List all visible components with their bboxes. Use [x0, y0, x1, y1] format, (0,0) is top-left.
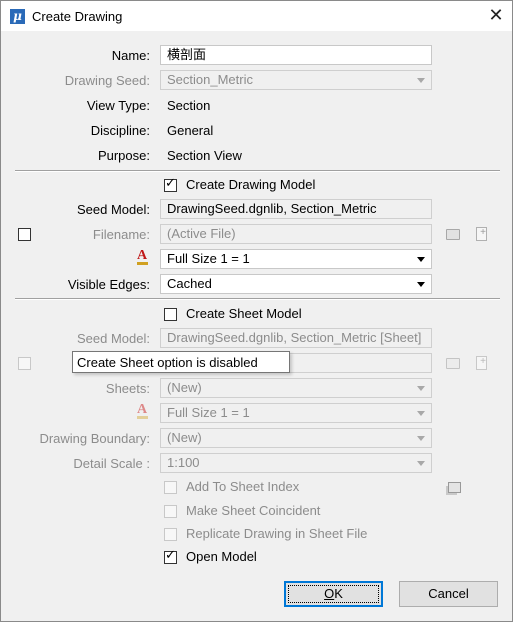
- make-sheet-coincident-checkbox[interactable]: [164, 505, 177, 518]
- new-file-icon[interactable]: +: [476, 356, 487, 370]
- visible-edges-select[interactable]: Cached: [160, 274, 432, 294]
- close-icon[interactable]: ✕: [481, 3, 511, 29]
- filename-label: Filename:: [92, 227, 150, 242]
- create-sheet-model-checkbox[interactable]: [164, 308, 177, 321]
- create-drawing-dialog: μ Create Drawing ✕ Name: 横剖面 Drawing See…: [0, 0, 513, 622]
- chevron-down-icon: [417, 386, 425, 391]
- drawing-seed-label: Drawing Seed:: [64, 73, 150, 88]
- name-label: Name:: [111, 48, 150, 63]
- drawing-boundary-label: Drawing Boundary:: [39, 431, 150, 446]
- filename-checkbox[interactable]: [18, 228, 31, 241]
- microstation-app-icon: μ: [10, 9, 25, 24]
- replicate-drawing-label: Replicate Drawing in Sheet File: [186, 526, 368, 541]
- create-drawing-model-checkbox[interactable]: ✓: [164, 176, 177, 192]
- chevron-down-icon: [417, 282, 425, 287]
- open-model-checkbox[interactable]: ✓: [164, 548, 177, 564]
- separator: [15, 170, 500, 172]
- replicate-drawing-checkbox[interactable]: [164, 528, 177, 541]
- purpose-value: Section View: [167, 148, 242, 163]
- disabled-tooltip: Create Sheet option is disabled: [72, 351, 290, 373]
- detail-scale-label: Detail Scale :: [73, 456, 150, 471]
- create-drawing-model-label: Create Drawing Model: [186, 177, 316, 192]
- open-model-label: Open Model: [186, 549, 257, 564]
- seed-model-label: Seed Model:: [77, 202, 150, 217]
- view-type-label: View Type:: [86, 98, 150, 113]
- sheets-label: Sheets:: [105, 381, 150, 396]
- sheets-select[interactable]: (New): [160, 378, 432, 398]
- discipline-label: Discipline:: [90, 123, 150, 138]
- sheet-seed-model-label: Seed Model:: [77, 331, 150, 346]
- dialog-title: Create Drawing: [32, 9, 123, 24]
- create-sheet-model-label: Create Sheet Model: [186, 306, 302, 321]
- separator: [15, 298, 500, 300]
- annotation-scale-select[interactable]: Full Size 1 = 1: [160, 249, 432, 269]
- name-input[interactable]: 横剖面: [160, 45, 432, 65]
- chevron-down-icon: [417, 411, 425, 416]
- filename-field[interactable]: (Active File): [160, 224, 432, 244]
- seed-model-field[interactable]: DrawingSeed.dgnlib, Section_Metric: [160, 199, 432, 219]
- view-type-value: Section: [167, 98, 211, 113]
- checkmark-icon: ✓: [165, 548, 176, 563]
- drawing-seed-select[interactable]: Section_Metric: [160, 70, 432, 90]
- folder-icon[interactable]: [446, 229, 460, 240]
- add-to-sheet-index-checkbox[interactable]: [164, 481, 177, 494]
- new-file-icon[interactable]: +: [476, 227, 487, 241]
- annotation-scale-icon: A: [137, 248, 148, 265]
- ok-button[interactable]: OK: [284, 581, 383, 607]
- chevron-down-icon: [417, 436, 425, 441]
- visible-edges-label: Visible Edges:: [67, 277, 150, 292]
- title-bar: μ Create Drawing ✕: [1, 1, 512, 31]
- add-to-sheet-index-label: Add To Sheet Index: [186, 479, 300, 494]
- checkmark-icon: ✓: [165, 176, 176, 191]
- purpose-label: Purpose:: [97, 148, 150, 163]
- sheet-index-icon[interactable]: [448, 482, 461, 493]
- discipline-value: General: [167, 123, 214, 138]
- drawing-boundary-select[interactable]: (New): [160, 428, 432, 448]
- chevron-down-icon: [417, 78, 425, 83]
- chevron-down-icon: [417, 461, 425, 466]
- sheet-annotation-scale-select[interactable]: Full Size 1 = 1: [160, 403, 432, 423]
- folder-icon[interactable]: [446, 358, 460, 369]
- annotation-scale-icon: A: [137, 402, 148, 419]
- sheet-seed-model-field[interactable]: DrawingSeed.dgnlib, Section_Metric [Shee…: [160, 328, 432, 348]
- detail-scale-select[interactable]: 1:100: [160, 453, 432, 473]
- make-sheet-coincident-label: Make Sheet Coincident: [186, 503, 321, 518]
- chevron-down-icon: [417, 257, 425, 262]
- sheet-filename-checkbox[interactable]: [18, 357, 31, 370]
- cancel-button[interactable]: Cancel: [399, 581, 498, 607]
